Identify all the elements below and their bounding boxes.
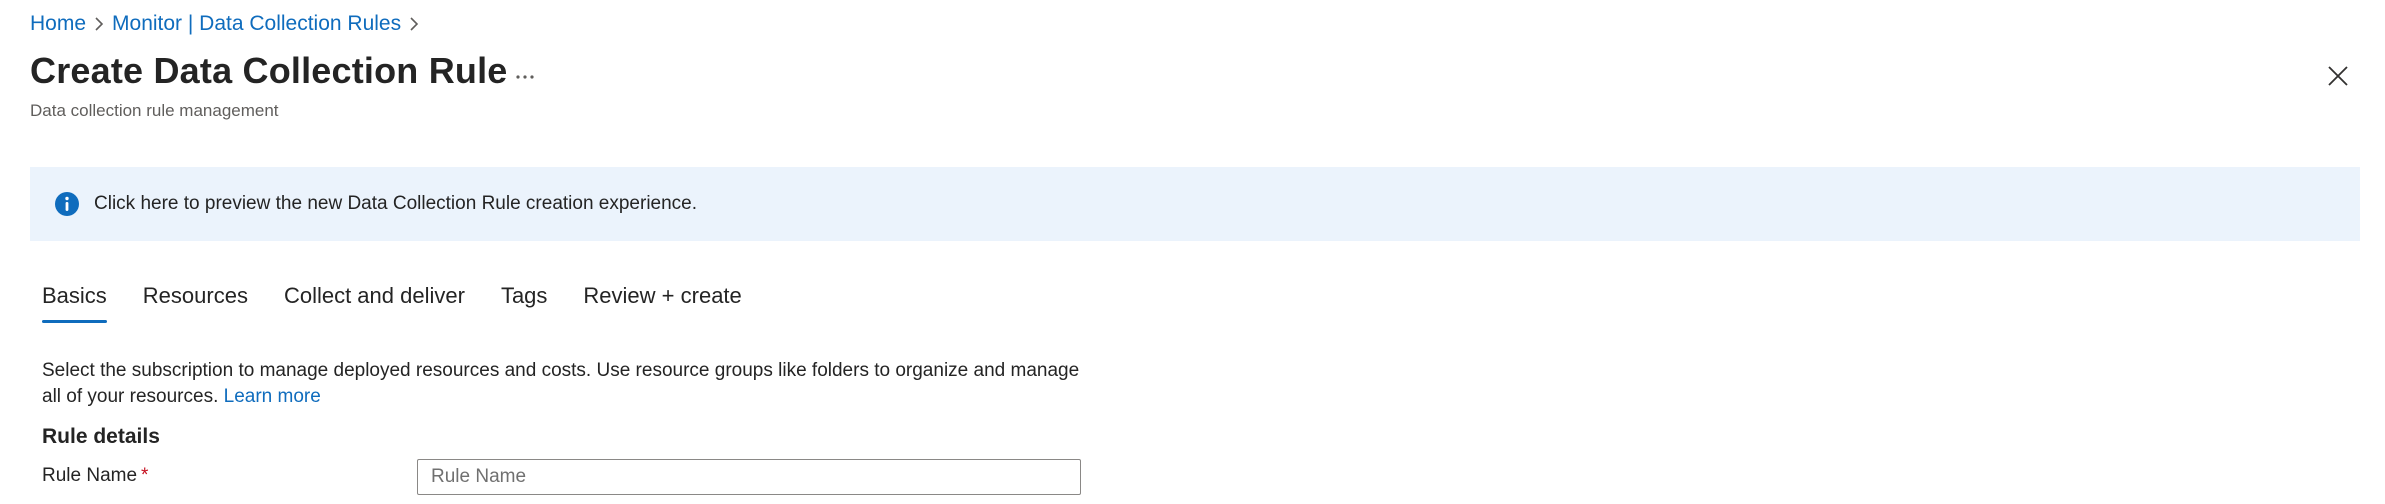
tab-review-create[interactable]: Review + create [583,283,741,323]
tab-resources[interactable]: Resources [143,283,248,323]
tab-collect-and-deliver[interactable]: Collect and deliver [284,283,465,323]
chevron-right-icon [86,16,112,32]
required-asterisk: * [141,465,149,486]
rule-name-label-text: Rule Name [42,465,138,486]
tab-tags[interactable]: Tags [501,283,547,323]
page: Home Monitor | Data Collection Rules Cre… [0,0,2385,504]
breadcrumb-home-link[interactable]: Home [30,12,86,36]
page-subtitle: Data collection rule management [30,101,279,120]
breadcrumb-monitor-link[interactable]: Monitor | Data Collection Rules [112,12,401,36]
info-banner-text: Click here to preview the new Data Colle… [94,193,698,214]
more-options-button[interactable] [510,62,540,92]
learn-more-link[interactable]: Learn more [224,386,321,407]
rule-name-input[interactable] [417,459,1081,495]
basics-description: Select the subscription to manage deploy… [42,358,1082,410]
page-title: Create Data Collection Rule [30,50,508,91]
more-horizontal-icon [516,75,534,79]
info-icon [54,191,80,217]
tab-bar: Basics Resources Collect and deliver Tag… [42,283,778,323]
info-banner[interactable]: Click here to preview the new Data Colle… [30,167,2360,241]
rule-name-label: Rule Name * [42,465,148,487]
tab-basics[interactable]: Basics [42,283,107,323]
breadcrumb: Home Monitor | Data Collection Rules [30,12,427,36]
close-button[interactable] [2322,60,2354,92]
rule-details-heading: Rule details [42,425,160,448]
description-text: Select the subscription to manage deploy… [42,360,1080,407]
close-icon [2328,66,2348,86]
chevron-right-icon [401,16,427,32]
